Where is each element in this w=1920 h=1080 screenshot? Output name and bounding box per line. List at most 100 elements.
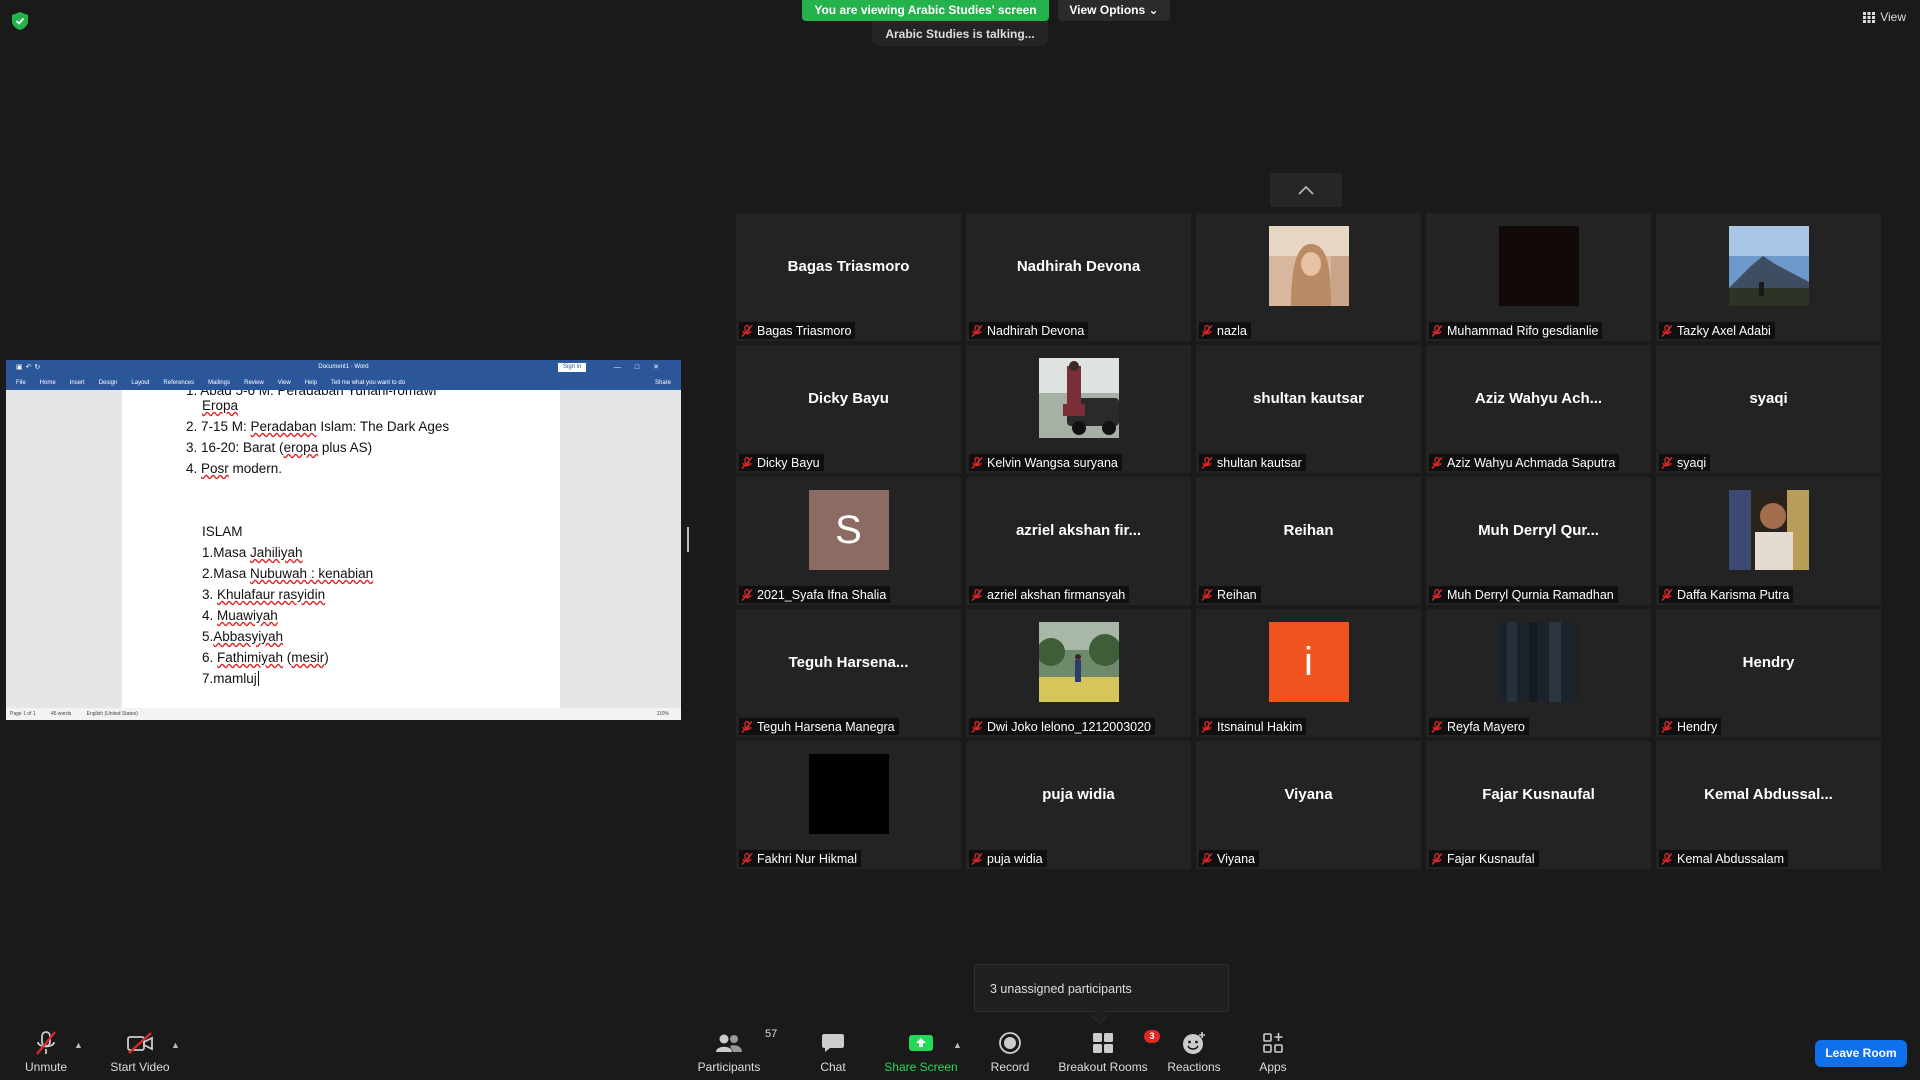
word-share-button: Share bbox=[654, 379, 671, 386]
microphone-muted-icon bbox=[1201, 588, 1213, 601]
participant-tile[interactable]: Muh Derryl Qur... Muh Derryl Qurnia Ramad… bbox=[1426, 477, 1651, 605]
panel-resize-handle[interactable] bbox=[687, 527, 689, 552]
participant-name: Viyana bbox=[1217, 851, 1255, 866]
participant-tile[interactable]: Tazky Axel Adabi bbox=[1656, 213, 1881, 341]
participant-tile[interactable]: nazla bbox=[1196, 213, 1421, 341]
microphone-muted-icon bbox=[971, 456, 983, 469]
view-button[interactable]: View bbox=[1863, 10, 1906, 24]
participant-avatar: S bbox=[736, 477, 961, 583]
participant-name-label: Itsnainul Hakim bbox=[1199, 718, 1307, 735]
participant-name: syaqi bbox=[1677, 455, 1707, 470]
participant-name-label: syaqi bbox=[1659, 454, 1711, 471]
participant-tile[interactable]: Muhammad Rifo gesdianlie bbox=[1426, 213, 1651, 341]
participant-tile[interactable]: Nadhirah Devona Nadhirah Devona bbox=[966, 213, 1191, 341]
participant-tile[interactable]: Fakhri Nur Hikmal bbox=[736, 741, 961, 869]
microphone-muted-icon bbox=[741, 456, 753, 469]
leave-room-button[interactable]: Leave Room bbox=[1815, 1040, 1907, 1067]
participant-tile[interactable]: Teguh Harsena... Teguh Harsena Manegra bbox=[736, 609, 961, 737]
participant-tile[interactable]: i Itsnainul Hakim bbox=[1196, 609, 1421, 737]
participant-name-label: puja widia bbox=[969, 850, 1047, 867]
page-count: Page 1 of 1 bbox=[10, 711, 36, 717]
participant-tile[interactable]: Reyfa Mayero bbox=[1426, 609, 1651, 737]
participant-tile[interactable]: Daffa Karisma Putra bbox=[1656, 477, 1881, 605]
active-speaker-text: Arabic Studies is talking... bbox=[885, 27, 1035, 41]
chat-button[interactable]: Chat bbox=[812, 1028, 854, 1080]
start-video-button[interactable]: Start Video bbox=[107, 1028, 173, 1080]
chevron-up-icon bbox=[1298, 185, 1314, 195]
participant-avatar-letter: i bbox=[1268, 622, 1349, 702]
chat-bubble-icon bbox=[822, 1034, 844, 1052]
participant-name-label: Muh Derryl Qurnia Ramadhan bbox=[1429, 586, 1618, 603]
start-video-label: Start Video bbox=[110, 1060, 170, 1074]
audio-options-caret-icon[interactable]: ▲ bbox=[74, 1040, 83, 1050]
security-shield-icon[interactable] bbox=[12, 12, 28, 30]
doc-text: Fathimiyah bbox=[217, 650, 284, 665]
participant-name-label: Fajar Kusnaufal bbox=[1429, 850, 1539, 867]
doc-text: 3. 16-20: Barat ( bbox=[186, 440, 284, 455]
participant-tile[interactable]: Reihan Reihan bbox=[1196, 477, 1421, 605]
participant-tile[interactable]: Kemal Abdussal... Kemal Abdussalam bbox=[1656, 741, 1881, 869]
participant-tile[interactable]: Viyana Viyana bbox=[1196, 741, 1421, 869]
participant-tile[interactable]: shultan kautsar shultan kautsar bbox=[1196, 345, 1421, 473]
participant-tile[interactable]: Dwi Joko lelono_1212003020 bbox=[966, 609, 1191, 737]
participant-name-label: Reihan bbox=[1199, 586, 1261, 603]
chat-label: Chat bbox=[820, 1060, 846, 1074]
unmute-label: Unmute bbox=[24, 1060, 68, 1074]
participant-video-thumbnail bbox=[1656, 213, 1881, 319]
unassigned-participants-toast[interactable]: 3 unassigned participants bbox=[974, 964, 1229, 1012]
apps-label: Apps bbox=[1259, 1060, 1287, 1074]
participant-name: Kelvin Wangsa suryana bbox=[987, 455, 1118, 470]
participant-name-label: Fakhri Nur Hikmal bbox=[739, 850, 862, 867]
breakout-rooms-button[interactable]: 3 Breakout Rooms bbox=[1058, 1028, 1160, 1080]
participant-tile[interactable]: Hendry Hendry bbox=[1656, 609, 1881, 737]
participant-tile[interactable]: S 2021_Syafa Ifna Shalia bbox=[736, 477, 961, 605]
share-screen-button[interactable]: Share Screen bbox=[884, 1028, 958, 1080]
doc-line: 2. 7-15 M: Peradaban Islam: The Dark Age… bbox=[186, 419, 449, 434]
participant-tile[interactable]: Dicky Bayu Dicky Bayu bbox=[736, 345, 961, 473]
microphone-muted-icon bbox=[741, 852, 753, 865]
microphone-muted-icon bbox=[36, 1031, 56, 1055]
viewing-screen-banner: You are viewing Arabic Studies' screen bbox=[802, 0, 1049, 21]
participant-video-thumbnail bbox=[966, 609, 1191, 715]
participants-button[interactable]: 57 Participants bbox=[694, 1028, 778, 1080]
ribbon-tab: Help bbox=[304, 379, 318, 386]
language-status: English (United States) bbox=[86, 711, 138, 717]
doc-text: ISLAM bbox=[202, 524, 243, 539]
share-screen-icon bbox=[909, 1035, 933, 1051]
microphone-muted-icon bbox=[1431, 720, 1443, 733]
record-button[interactable]: Record bbox=[988, 1028, 1032, 1080]
participant-name: Fakhri Nur Hikmal bbox=[757, 851, 858, 866]
document-page: 1. Abad 5-6 M: Peradaban Yunani-romawi E… bbox=[122, 390, 560, 708]
participant-tile[interactable]: azriel akshan fir... azriel akshan firman… bbox=[966, 477, 1191, 605]
video-options-caret-icon[interactable]: ▲ bbox=[171, 1040, 180, 1050]
participant-video-thumbnail bbox=[966, 345, 1191, 451]
participant-tile[interactable]: Bagas Triasmoro Bagas Triasmoro bbox=[736, 213, 961, 341]
participant-display-name: azriel akshan fir... bbox=[1015, 521, 1142, 539]
participants-label: Participants bbox=[697, 1060, 761, 1074]
doc-line: 1.Masa Jahiliyah bbox=[202, 545, 303, 560]
apps-icon bbox=[1263, 1033, 1283, 1053]
microphone-muted-icon bbox=[1661, 852, 1673, 865]
view-options-button[interactable]: View Options ⌄ bbox=[1058, 0, 1170, 21]
share-options-caret-icon[interactable]: ▲ bbox=[953, 1040, 962, 1050]
shared-screen-word-window: ▣↶↻ Document1 - Word Sign in —□✕ File Ho… bbox=[6, 360, 681, 720]
participant-name: Bagas Triasmoro bbox=[757, 323, 852, 338]
microphone-muted-icon bbox=[971, 588, 983, 601]
participant-tile[interactable]: syaqi syaqi bbox=[1656, 345, 1881, 473]
participant-tile[interactable]: puja widia puja widia bbox=[966, 741, 1191, 869]
unmute-button[interactable]: Unmute bbox=[22, 1028, 70, 1080]
doc-text: Abbasyiyah bbox=[213, 629, 284, 644]
participant-name-label: Muhammad Rifo gesdianlie bbox=[1429, 322, 1603, 339]
participant-name: puja widia bbox=[987, 851, 1043, 866]
breakout-rooms-badge: 3 bbox=[1144, 1030, 1160, 1043]
participant-name: Reihan bbox=[1217, 587, 1257, 602]
participant-tile[interactable]: Kelvin Wangsa suryana bbox=[966, 345, 1191, 473]
participant-tile[interactable]: Aziz Wahyu Ach... Aziz Wahyu Achmada Sapu… bbox=[1426, 345, 1651, 473]
gallery-scroll-up-button[interactable] bbox=[1270, 173, 1342, 207]
participant-tile[interactable]: Fajar Kusnaufal Fajar Kusnaufal bbox=[1426, 741, 1651, 869]
participant-display-name: Viyana bbox=[1284, 785, 1333, 803]
apps-button[interactable]: Apps bbox=[1256, 1028, 1290, 1080]
text-cursor bbox=[257, 671, 259, 686]
participant-video-thumbnail bbox=[1426, 609, 1651, 715]
reactions-button[interactable]: Reactions bbox=[1166, 1028, 1222, 1080]
